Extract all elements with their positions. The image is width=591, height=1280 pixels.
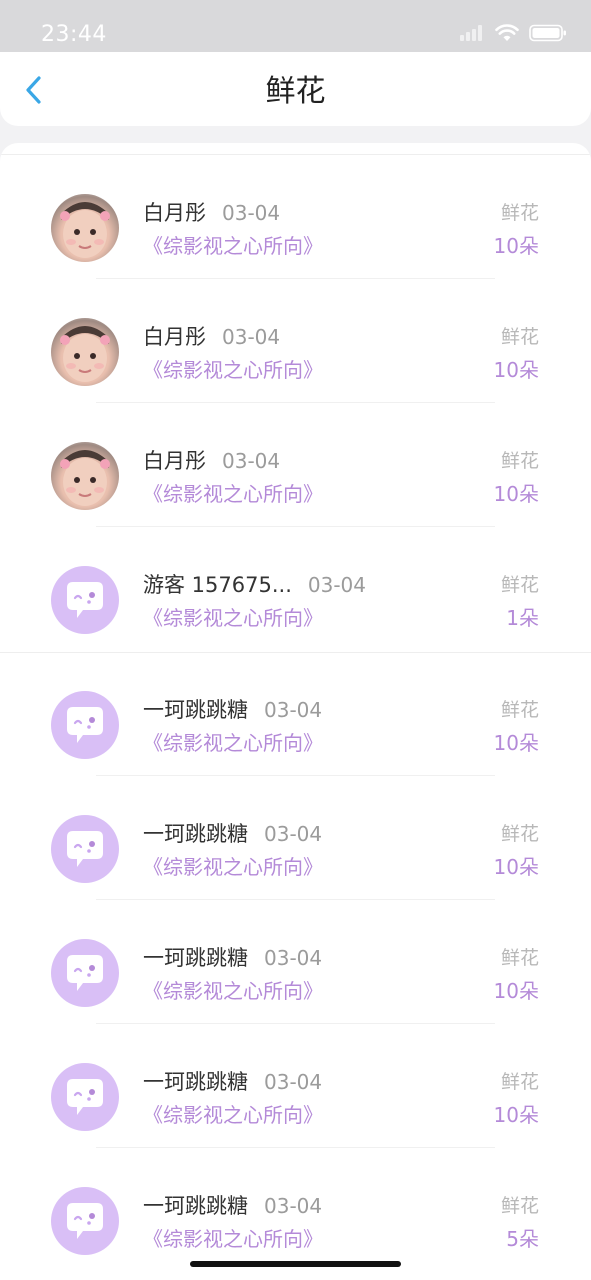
gift-label: 鲜花 [500, 574, 539, 596]
list-item[interactable]: 一珂跳跳糖 03-04 《综影视之心所向》 鲜花 10朵 [0, 640, 591, 776]
gift-count: 10朵 [493, 1103, 539, 1127]
chat-bubble-face-icon [67, 831, 103, 867]
user-name-text: 一珂跳跳糖 [143, 822, 248, 846]
status-icons [459, 24, 567, 42]
book-title[interactable]: 《综影视之心所向》 [143, 603, 323, 633]
user-name: 一珂跳跳糖 03-04 [143, 1067, 322, 1097]
book-title[interactable]: 《综影视之心所向》 [143, 1224, 323, 1254]
gift-label: 鲜花 [500, 326, 539, 348]
user-photo-icon [60, 326, 110, 382]
user-name-text: 一珂跳跳糖 [143, 1070, 248, 1094]
list-item[interactable]: 一珂跳跳糖 03-04 《综影视之心所向》 鲜花 10朵 [0, 1012, 591, 1148]
user-photo-icon [60, 450, 110, 506]
book-title[interactable]: 《综影视之心所向》 [143, 231, 323, 261]
chat-bubble-face-icon [67, 955, 103, 991]
user-name: 白月彤 03-04 [143, 446, 280, 476]
list-item[interactable]: 白月彤 03-04 《综影视之心所向》 鲜花 10朵 [0, 267, 591, 403]
flower-records-screen: 23:44 鲜花 白月彤 03-04 《综影视之心所向》 鲜花 10朵 白月彤 … [0, 0, 591, 1280]
gift-count: 10朵 [493, 855, 539, 879]
gift-label: 鲜花 [500, 1071, 539, 1093]
gift-count: 10朵 [493, 482, 539, 506]
avatar[interactable] [51, 815, 119, 883]
list-item[interactable]: 白月彤 03-04 《综影视之心所向》 鲜花 10朵 [0, 143, 591, 279]
flower-record-list: 白月彤 03-04 《综影视之心所向》 鲜花 10朵 白月彤 03-04 《综影… [0, 143, 591, 1280]
record-date: 03-04 [264, 698, 323, 722]
user-name-text: 一珂跳跳糖 [143, 698, 248, 722]
record-date: 03-04 [222, 449, 281, 473]
chat-bubble-face-icon [67, 582, 103, 618]
avatar[interactable] [51, 442, 119, 510]
record-date: 03-04 [222, 201, 281, 225]
user-name: 一珂跳跳糖 03-04 [143, 695, 322, 725]
gift-count: 10朵 [493, 234, 539, 258]
gift-label: 鲜花 [500, 1195, 539, 1217]
gift-count: 10朵 [493, 979, 539, 1003]
avatar[interactable] [51, 1063, 119, 1131]
book-title[interactable]: 《综影视之心所向》 [143, 728, 323, 758]
record-date: 03-04 [264, 946, 323, 970]
battery-icon [529, 24, 566, 42]
gift-count: 10朵 [493, 358, 539, 382]
record-date: 03-04 [264, 1070, 323, 1094]
gift-label: 鲜花 [500, 202, 539, 224]
user-name: 白月彤 03-04 [143, 322, 280, 352]
page-title: 鲜花 [265, 74, 326, 109]
record-date: 03-04 [307, 573, 366, 597]
gift-count: 10朵 [493, 731, 539, 755]
avatar[interactable] [51, 194, 119, 262]
list-item[interactable]: 一珂跳跳糖 03-04 《综影视之心所向》 鲜花 10朵 [0, 888, 591, 1024]
user-photo-icon [60, 202, 110, 258]
gift-label: 鲜花 [500, 450, 539, 472]
chat-bubble-face-icon [67, 1203, 103, 1239]
status-time: 23:44 [41, 22, 107, 47]
avatar[interactable] [51, 318, 119, 386]
user-name-text: 游客 157675... [143, 573, 292, 597]
nav-bar: 鲜花 [0, 52, 591, 126]
list-item[interactable]: 白月彤 03-04 《综影视之心所向》 鲜花 10朵 [0, 391, 591, 527]
gift-count: 5朵 [506, 1227, 539, 1251]
record-date: 03-04 [264, 1194, 323, 1218]
user-name-text: 白月彤 [143, 201, 206, 225]
gift-label: 鲜花 [500, 947, 539, 969]
status-bar: 23:44 [0, 0, 591, 52]
avatar[interactable] [51, 939, 119, 1007]
book-title[interactable]: 《综影视之心所向》 [143, 976, 323, 1006]
record-date: 03-04 [222, 325, 281, 349]
home-indicator [190, 1261, 401, 1267]
user-name: 一珂跳跳糖 03-04 [143, 819, 322, 849]
user-name: 一珂跳跳糖 03-04 [143, 1191, 322, 1221]
user-name-text: 一珂跳跳糖 [143, 946, 248, 970]
gift-count: 1朵 [506, 606, 539, 630]
wifi-icon [495, 24, 519, 41]
gift-label: 鲜花 [500, 699, 539, 721]
cellular-signal-icon [460, 25, 482, 41]
chat-bubble-face-icon [67, 1079, 103, 1115]
avatar[interactable] [51, 691, 119, 759]
gift-label: 鲜花 [500, 823, 539, 845]
list-item[interactable]: 一珂跳跳糖 03-04 《综影视之心所向》 鲜花 5朵 [0, 1136, 591, 1260]
avatar[interactable] [51, 1187, 119, 1255]
user-name: 一珂跳跳糖 03-04 [143, 943, 322, 973]
user-name-text: 一珂跳跳糖 [143, 1194, 248, 1218]
book-title[interactable]: 《综影视之心所向》 [143, 479, 323, 509]
book-title[interactable]: 《综影视之心所向》 [143, 852, 323, 882]
user-name-text: 白月彤 [143, 325, 206, 349]
avatar[interactable] [51, 566, 119, 634]
record-date: 03-04 [264, 822, 323, 846]
user-name: 白月彤 03-04 [143, 198, 280, 228]
book-title[interactable]: 《综影视之心所向》 [143, 1100, 323, 1130]
list-item[interactable]: 游客 157675... 03-04 《综影视之心所向》 鲜花 1朵 [0, 515, 591, 639]
user-name: 游客 157675... 03-04 [143, 570, 366, 600]
list-item[interactable]: 一珂跳跳糖 03-04 《综影视之心所向》 鲜花 10朵 [0, 764, 591, 900]
chat-bubble-face-icon [67, 707, 103, 743]
user-name-text: 白月彤 [143, 449, 206, 473]
book-title[interactable]: 《综影视之心所向》 [143, 355, 323, 385]
